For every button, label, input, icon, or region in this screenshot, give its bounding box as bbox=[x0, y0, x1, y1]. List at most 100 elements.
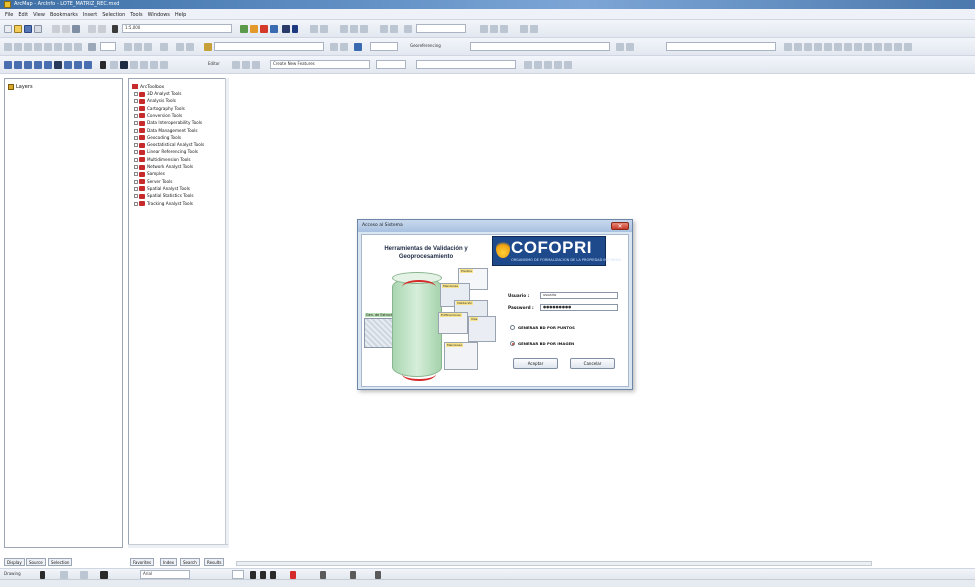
tool-s-icon[interactable] bbox=[854, 43, 862, 51]
tool-r-icon[interactable] bbox=[844, 43, 852, 51]
tab-search[interactable]: Search bbox=[180, 558, 200, 566]
zoom-out-icon[interactable] bbox=[14, 43, 22, 51]
toolbox-item[interactable]: Analysis Tools bbox=[134, 98, 176, 104]
edit-tool-7-icon[interactable] bbox=[564, 61, 572, 69]
tool-2-icon[interactable] bbox=[320, 25, 328, 33]
toolbox-item[interactable]: Cartography Tools bbox=[134, 106, 185, 112]
expand-icon[interactable] bbox=[134, 201, 138, 206]
toc-layers-label[interactable]: Layers bbox=[16, 84, 33, 90]
tool-j-icon[interactable] bbox=[616, 43, 624, 51]
tool-h-icon[interactable] bbox=[340, 43, 348, 51]
menu-item-insert[interactable]: Insert bbox=[83, 12, 97, 18]
tool-f-icon[interactable] bbox=[186, 43, 194, 51]
edit-tool-3-icon[interactable] bbox=[524, 61, 532, 69]
expand-icon[interactable] bbox=[134, 165, 138, 169]
expand-icon[interactable] bbox=[134, 106, 138, 111]
menu-item-bookmarks[interactable]: Bookmarks bbox=[50, 12, 78, 18]
nav-6-icon[interactable] bbox=[64, 61, 72, 69]
scale-combo[interactable]: 1:5,000 bbox=[122, 24, 232, 33]
target-combo[interactable] bbox=[416, 60, 516, 69]
geoproc-combo[interactable] bbox=[416, 24, 466, 33]
expand-icon[interactable] bbox=[134, 143, 138, 148]
layer-tool-icon[interactable] bbox=[204, 43, 212, 51]
tool-4-icon[interactable] bbox=[350, 25, 358, 33]
tool-9-icon[interactable] bbox=[480, 25, 488, 33]
nav-3-icon[interactable] bbox=[24, 61, 32, 69]
italic-icon[interactable] bbox=[260, 571, 266, 579]
tool-n-icon[interactable] bbox=[804, 43, 812, 51]
expand-icon[interactable] bbox=[134, 186, 138, 191]
font-size-combo[interactable] bbox=[232, 570, 244, 579]
layer-combo-1[interactable] bbox=[214, 42, 324, 51]
fixed-zoom-in-icon[interactable] bbox=[44, 43, 52, 51]
tab-selection[interactable]: Selection bbox=[48, 558, 73, 566]
tab-results[interactable]: Results bbox=[204, 558, 225, 566]
small-combo[interactable] bbox=[100, 42, 116, 51]
menu-item-windows[interactable]: Windows bbox=[148, 12, 170, 18]
toolbox-item[interactable]: Server Tools bbox=[134, 179, 172, 185]
expand-icon[interactable] bbox=[134, 157, 138, 162]
create-features-combo[interactable]: Create New Features bbox=[270, 60, 370, 69]
select-pointer-icon[interactable] bbox=[40, 571, 45, 579]
tool-8-icon[interactable] bbox=[404, 25, 412, 33]
toolbox-item[interactable]: Network Analyst Tools bbox=[134, 164, 193, 170]
georef-combo-2[interactable] bbox=[666, 42, 776, 51]
user-field[interactable]: usuario bbox=[540, 292, 618, 299]
menu-item-file[interactable]: File bbox=[5, 12, 13, 18]
rotate-icon[interactable] bbox=[60, 571, 68, 579]
underline-icon[interactable] bbox=[270, 571, 276, 579]
tool-l-icon[interactable] bbox=[784, 43, 792, 51]
catalog-horizontal-scrollbar[interactable] bbox=[128, 544, 228, 548]
fill-color-icon[interactable] bbox=[320, 571, 326, 579]
save-icon[interactable] bbox=[24, 25, 32, 33]
identify-icon[interactable] bbox=[120, 61, 128, 69]
radio-puntos[interactable] bbox=[510, 325, 515, 330]
editor-label[interactable]: Editor bbox=[208, 61, 220, 66]
accept-button[interactable]: Aceptar bbox=[513, 358, 558, 369]
tool-q-icon[interactable] bbox=[834, 43, 842, 51]
radio-imagen[interactable] bbox=[510, 341, 515, 346]
tool-a-icon[interactable] bbox=[124, 43, 132, 51]
toolbox-item[interactable]: Multidimension Tools bbox=[134, 157, 191, 163]
expand-icon[interactable] bbox=[134, 99, 138, 104]
new-doc-icon[interactable] bbox=[4, 25, 12, 33]
select-features-icon[interactable] bbox=[88, 43, 96, 51]
tool-k-icon[interactable] bbox=[626, 43, 634, 51]
expand-icon[interactable] bbox=[134, 121, 138, 126]
menu-item-view[interactable]: View bbox=[33, 12, 45, 18]
toolbox-item[interactable]: 3D Analyst Tools bbox=[134, 91, 181, 97]
measure-icon[interactable] bbox=[140, 61, 148, 69]
forward-extent-icon[interactable] bbox=[74, 43, 82, 51]
toolbox-item[interactable]: Geostatistical Analyst Tools bbox=[134, 142, 204, 148]
tool-d-icon[interactable] bbox=[160, 43, 168, 51]
expand-icon[interactable] bbox=[134, 150, 138, 155]
menu-item-selection[interactable]: Selection bbox=[102, 12, 125, 18]
layer-combo-2[interactable] bbox=[370, 42, 398, 51]
tool-7-icon[interactable] bbox=[390, 25, 398, 33]
toolbox-item[interactable]: Conversion Tools bbox=[134, 113, 182, 119]
georeferencing-label[interactable]: Georeferencing bbox=[410, 43, 441, 48]
bold-icon[interactable] bbox=[250, 571, 256, 579]
tool-o-icon[interactable] bbox=[814, 43, 822, 51]
toolbox-item[interactable]: Data Interoperability Tools bbox=[134, 120, 202, 126]
line-color-icon[interactable] bbox=[350, 571, 356, 579]
nav-4-icon[interactable] bbox=[34, 61, 42, 69]
tab-display[interactable]: Display bbox=[4, 558, 25, 566]
model-builder-icon[interactable] bbox=[282, 25, 290, 33]
globe-icon[interactable] bbox=[54, 61, 62, 69]
tool-13-icon[interactable] bbox=[530, 25, 538, 33]
radio-puntos-label[interactable]: GENERAR BD POR PUNTOS bbox=[518, 325, 575, 330]
tool-u-icon[interactable] bbox=[874, 43, 882, 51]
editor-toolbar-icon[interactable] bbox=[240, 25, 248, 33]
zoom-in-icon[interactable] bbox=[4, 43, 12, 51]
toolbox-item[interactable]: Spatial Analyst Tools bbox=[134, 186, 190, 192]
hyperlink-icon[interactable] bbox=[150, 61, 158, 69]
select-elements-icon[interactable] bbox=[100, 61, 106, 69]
tab-favorites[interactable]: Favorites bbox=[130, 558, 155, 566]
nav-7-icon[interactable] bbox=[74, 61, 82, 69]
menu-item-edit[interactable]: Edit bbox=[18, 12, 28, 18]
cancel-button[interactable]: Cancelar bbox=[570, 358, 615, 369]
delete-icon[interactable] bbox=[72, 25, 80, 33]
dialog-close-button[interactable]: ✕ bbox=[611, 222, 629, 230]
expand-icon[interactable] bbox=[134, 92, 138, 96]
